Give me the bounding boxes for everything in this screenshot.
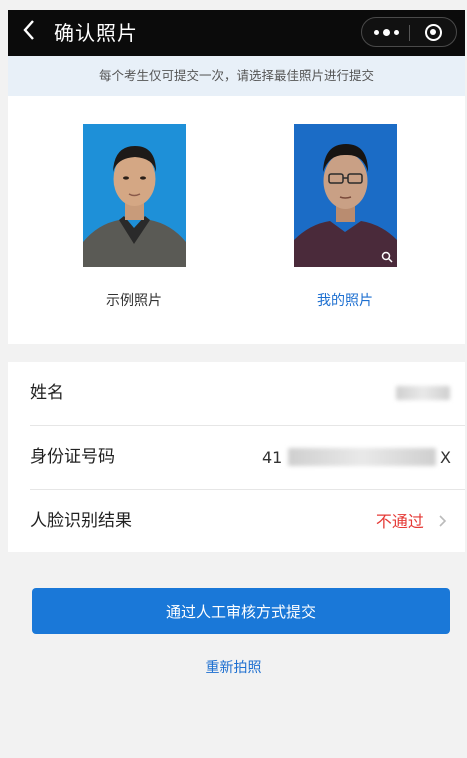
- mini-program-capsule: [361, 17, 457, 47]
- face-result-status: 不通过: [375, 512, 424, 531]
- sample-portrait-image: [83, 124, 186, 267]
- id-number-row: 身份证号码 41 X: [8, 426, 465, 489]
- photo-section: 示例照片 我的照片: [8, 96, 465, 344]
- face-result-row[interactable]: 人脸识别结果 不通过: [8, 490, 465, 553]
- sample-photo-label: 示例照片: [106, 293, 162, 309]
- face-result-label: 人脸识别结果: [30, 511, 132, 531]
- manual-review-submit-button[interactable]: 通过人工审核方式提交: [32, 588, 450, 634]
- my-photo-label[interactable]: 我的照片: [275, 290, 415, 310]
- info-section: 姓名 身份证号码 41 X 人脸识别结果 不通过: [8, 362, 465, 552]
- chevron-left-icon: [23, 20, 34, 40]
- id-number-prefix: 41: [262, 448, 283, 467]
- chevron-right-icon: [439, 512, 447, 531]
- name-row: 姓名: [8, 362, 465, 425]
- back-button[interactable]: [22, 19, 44, 45]
- page-title: 确认照片: [54, 21, 138, 45]
- name-label: 姓名: [30, 383, 64, 403]
- confirm-photo-page: 确认照片 每个考生仅可提交一次，请选择最佳照片进行提交 示例照片 我的照片 姓名…: [0, 0, 467, 758]
- my-photo[interactable]: [294, 124, 397, 267]
- sample-photo: [83, 124, 186, 267]
- close-button[interactable]: [410, 18, 456, 46]
- more-button[interactable]: [362, 18, 410, 46]
- face-result-value: 不通过: [376, 490, 447, 553]
- retake-photo-link[interactable]: 重新拍照: [0, 657, 467, 677]
- my-portrait-image: [294, 124, 397, 267]
- name-value-redacted: [396, 386, 450, 400]
- zoom-in-icon[interactable]: [381, 251, 393, 263]
- more-dots-icon: [372, 28, 401, 36]
- notice-banner: 每个考生仅可提交一次，请选择最佳照片进行提交: [8, 56, 465, 96]
- id-number-suffix: X: [440, 448, 451, 467]
- target-circle-icon: [424, 23, 442, 41]
- id-number-label: 身份证号码: [30, 447, 115, 467]
- navigation-bar: 确认照片: [8, 10, 465, 56]
- id-number-redacted: [288, 448, 436, 466]
